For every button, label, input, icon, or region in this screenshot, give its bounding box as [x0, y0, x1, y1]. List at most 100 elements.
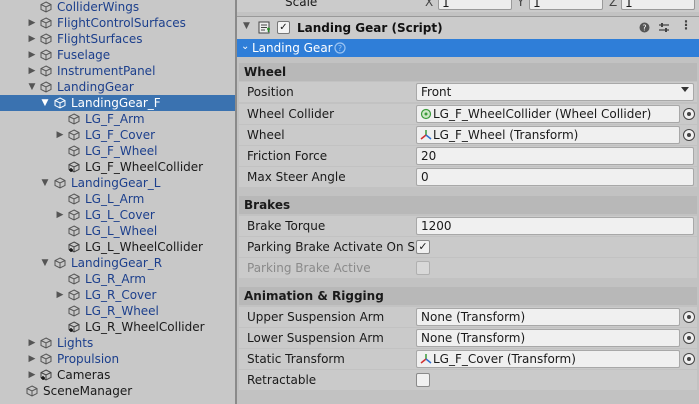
transform-scale-row: Scale X 1 Y 1 Z 1: [237, 0, 699, 12]
gameobject-icon: [68, 129, 80, 141]
y-axis-label[interactable]: Y: [517, 0, 524, 9]
chevron-down-icon[interactable]: ⌄: [241, 41, 249, 52]
chevron-down-icon[interactable]: ▼: [40, 255, 50, 271]
foldout-arrow-icon[interactable]: ▼: [243, 21, 250, 31]
hierarchy-item-label: LG_L_Arm: [85, 192, 145, 206]
component-title: Landing Gear (Script): [297, 21, 443, 35]
help-icon[interactable]: ?: [639, 22, 650, 33]
chevron-right-icon[interactable]: ▶: [27, 335, 37, 351]
object-picker-icon[interactable]: [683, 332, 695, 344]
object-picker-icon[interactable]: [683, 353, 695, 365]
gameobject-icon: [68, 305, 80, 317]
x-axis-label[interactable]: X: [425, 0, 433, 9]
scale-y-field[interactable]: 1: [529, 0, 603, 10]
retractable-checkbox[interactable]: [416, 373, 430, 387]
component-enabled-checkbox[interactable]: ✓: [277, 21, 290, 34]
hierarchy-item-lg-f-wheel[interactable]: LG_F_Wheel: [0, 143, 235, 159]
wheel-field[interactable]: LG_F_Wheel (Transform): [416, 126, 695, 144]
property-parking-brake-activate-on-start: Parking Brake Activate On Start ✓: [239, 237, 697, 257]
hierarchy-item-lg-l-wheelcollider[interactable]: LG_L_WheelCollider: [0, 239, 235, 255]
svg-text:?: ?: [642, 24, 646, 33]
hierarchy-item-lg-r-wheelcollider[interactable]: LG_R_WheelCollider: [0, 319, 235, 335]
friction-force-input[interactable]: 20: [416, 147, 694, 165]
scale-z-field[interactable]: 1: [621, 0, 695, 10]
position-dropdown[interactable]: Front: [416, 83, 694, 101]
property-friction-force: Friction Force 20: [239, 146, 697, 166]
hierarchy-item-label: FlightSurfaces: [57, 32, 143, 46]
chevron-right-icon[interactable]: ▶: [27, 31, 37, 47]
property-retractable: Retractable: [239, 370, 697, 390]
hierarchy-item-propulsion[interactable]: ▶ Propulsion: [0, 351, 235, 367]
component-subheader: ⌄ Landing Gear ?: [237, 39, 699, 57]
object-picker-icon[interactable]: [683, 311, 695, 323]
chevron-right-icon[interactable]: ▶: [55, 287, 65, 303]
chevron-right-icon[interactable]: ▶: [55, 127, 65, 143]
object-picker-icon[interactable]: [683, 129, 695, 141]
chevron-right-icon[interactable]: ▶: [27, 63, 37, 79]
hierarchy-item-lg-f-cover[interactable]: ▶ LG_F_Cover: [0, 127, 235, 143]
hierarchy-item-scenemanager[interactable]: SceneManager: [0, 383, 235, 399]
gameobject-collider-icon: [68, 241, 80, 253]
static-transform-field[interactable]: LG_F_Cover (Transform): [416, 350, 695, 368]
hierarchy-item-lg-r-wheel[interactable]: LG_R_Wheel: [0, 303, 235, 319]
property-lower-suspension-arm: Lower Suspension Arm None (Transform): [239, 328, 697, 348]
hierarchy-item-label: LandingGear_F: [71, 96, 161, 110]
object-picker-icon[interactable]: [683, 108, 695, 120]
hierarchy-item-lg-l-cover[interactable]: ▶ LG_L_Cover: [0, 207, 235, 223]
chevron-down-icon[interactable]: ▼: [27, 79, 37, 95]
chevron-right-icon[interactable]: ▶: [55, 207, 65, 223]
hierarchy-item-cameras[interactable]: ▶ Cameras: [0, 367, 235, 383]
question-circle-icon[interactable]: ?: [334, 42, 346, 54]
hierarchy-item-lg-f-arm[interactable]: LG_F_Arm: [0, 111, 235, 127]
hierarchy-item-lg-r-arm[interactable]: LG_R_Arm: [0, 271, 235, 287]
parking-brake-on-start-checkbox[interactable]: ✓: [416, 240, 430, 254]
hierarchy-item-label: LG_F_Cover: [85, 128, 156, 142]
hierarchy-item-lg-l-arm[interactable]: LG_L_Arm: [0, 191, 235, 207]
component-header[interactable]: ▼ ✓ Landing Gear (Script) ? ⋮: [237, 16, 699, 40]
hierarchy-item-instrumentpanel[interactable]: ▶ InstrumentPanel: [0, 63, 235, 79]
property-wheel: Wheel LG_F_Wheel (Transform): [239, 125, 697, 145]
preset-sliders-icon[interactable]: [658, 22, 670, 33]
hierarchy-item-label: LG_L_Cover: [85, 208, 155, 222]
hierarchy-item-landinggear-r[interactable]: ▼ LandingGear_R: [0, 255, 235, 271]
brake-torque-input[interactable]: 1200: [416, 217, 694, 235]
hierarchy-item-colliderwings[interactable]: ColliderWings: [0, 0, 235, 15]
property-brake-torque: Brake Torque 1200: [239, 216, 697, 236]
hierarchy-item-label: LandingGear: [57, 80, 134, 94]
hierarchy-item-fuselage[interactable]: ▶ Fuselage: [0, 47, 235, 63]
hierarchy-item-label: FlightControlSurfaces: [57, 16, 186, 30]
hierarchy-item-lg-f-wheelcollider[interactable]: LG_F_WheelCollider: [0, 159, 235, 175]
hierarchy-panel: ColliderWings ▶ FlightControlSurfaces ▶ …: [0, 0, 235, 404]
hierarchy-item-landinggear-l[interactable]: ▼ LandingGear_L: [0, 175, 235, 191]
hierarchy-item-lg-r-cover[interactable]: ▶ LG_R_Cover: [0, 287, 235, 303]
chevron-down-icon[interactable]: ▼: [40, 175, 50, 191]
lower-suspension-arm-field[interactable]: None (Transform): [416, 329, 695, 347]
gameobject-icon: [40, 337, 52, 349]
chevron-right-icon[interactable]: ▶: [27, 47, 37, 63]
parking-brake-active-checkbox: [416, 261, 430, 275]
z-axis-label[interactable]: Z: [609, 0, 617, 9]
max-steer-angle-input[interactable]: 0: [416, 168, 694, 186]
chevron-right-icon[interactable]: ▶: [27, 367, 37, 383]
more-options-icon[interactable]: ⋮: [680, 18, 692, 32]
hierarchy-item-flightsurfaces[interactable]: ▶ FlightSurfaces: [0, 31, 235, 47]
gameobject-icon: [40, 1, 52, 13]
gameobject-icon: [40, 49, 52, 61]
upper-suspension-arm-field[interactable]: None (Transform): [416, 308, 695, 326]
chevron-right-icon[interactable]: ▶: [27, 15, 37, 31]
gameobject-icon: [26, 385, 38, 397]
scale-label: Scale: [285, 0, 318, 9]
hierarchy-item-flightcontrolsurfaces[interactable]: ▶ FlightControlSurfaces: [0, 15, 235, 31]
hierarchy-item-lg-l-wheel[interactable]: LG_L_Wheel: [0, 223, 235, 239]
hierarchy-item-lights[interactable]: ▶ Lights: [0, 335, 235, 351]
chevron-down-icon[interactable]: ▼: [40, 95, 50, 111]
hierarchy-item-label: Cameras: [57, 368, 111, 382]
hierarchy-item-landinggear[interactable]: ▼ LandingGear: [0, 79, 235, 95]
scale-x-field[interactable]: 1: [438, 0, 512, 10]
hierarchy-item-label: LG_R_WheelCollider: [85, 320, 205, 334]
chevron-right-icon[interactable]: ▶: [27, 351, 37, 367]
hierarchy-item-landinggear-f[interactable]: ▼ LandingGear_F: [0, 95, 235, 111]
wheel-collider-field[interactable]: LG_F_WheelCollider (Wheel Collider): [416, 105, 695, 123]
property-static-transform: Static Transform LG_F_Cover (Transform): [239, 349, 697, 369]
hierarchy-item-label: LG_F_Wheel: [85, 144, 158, 158]
